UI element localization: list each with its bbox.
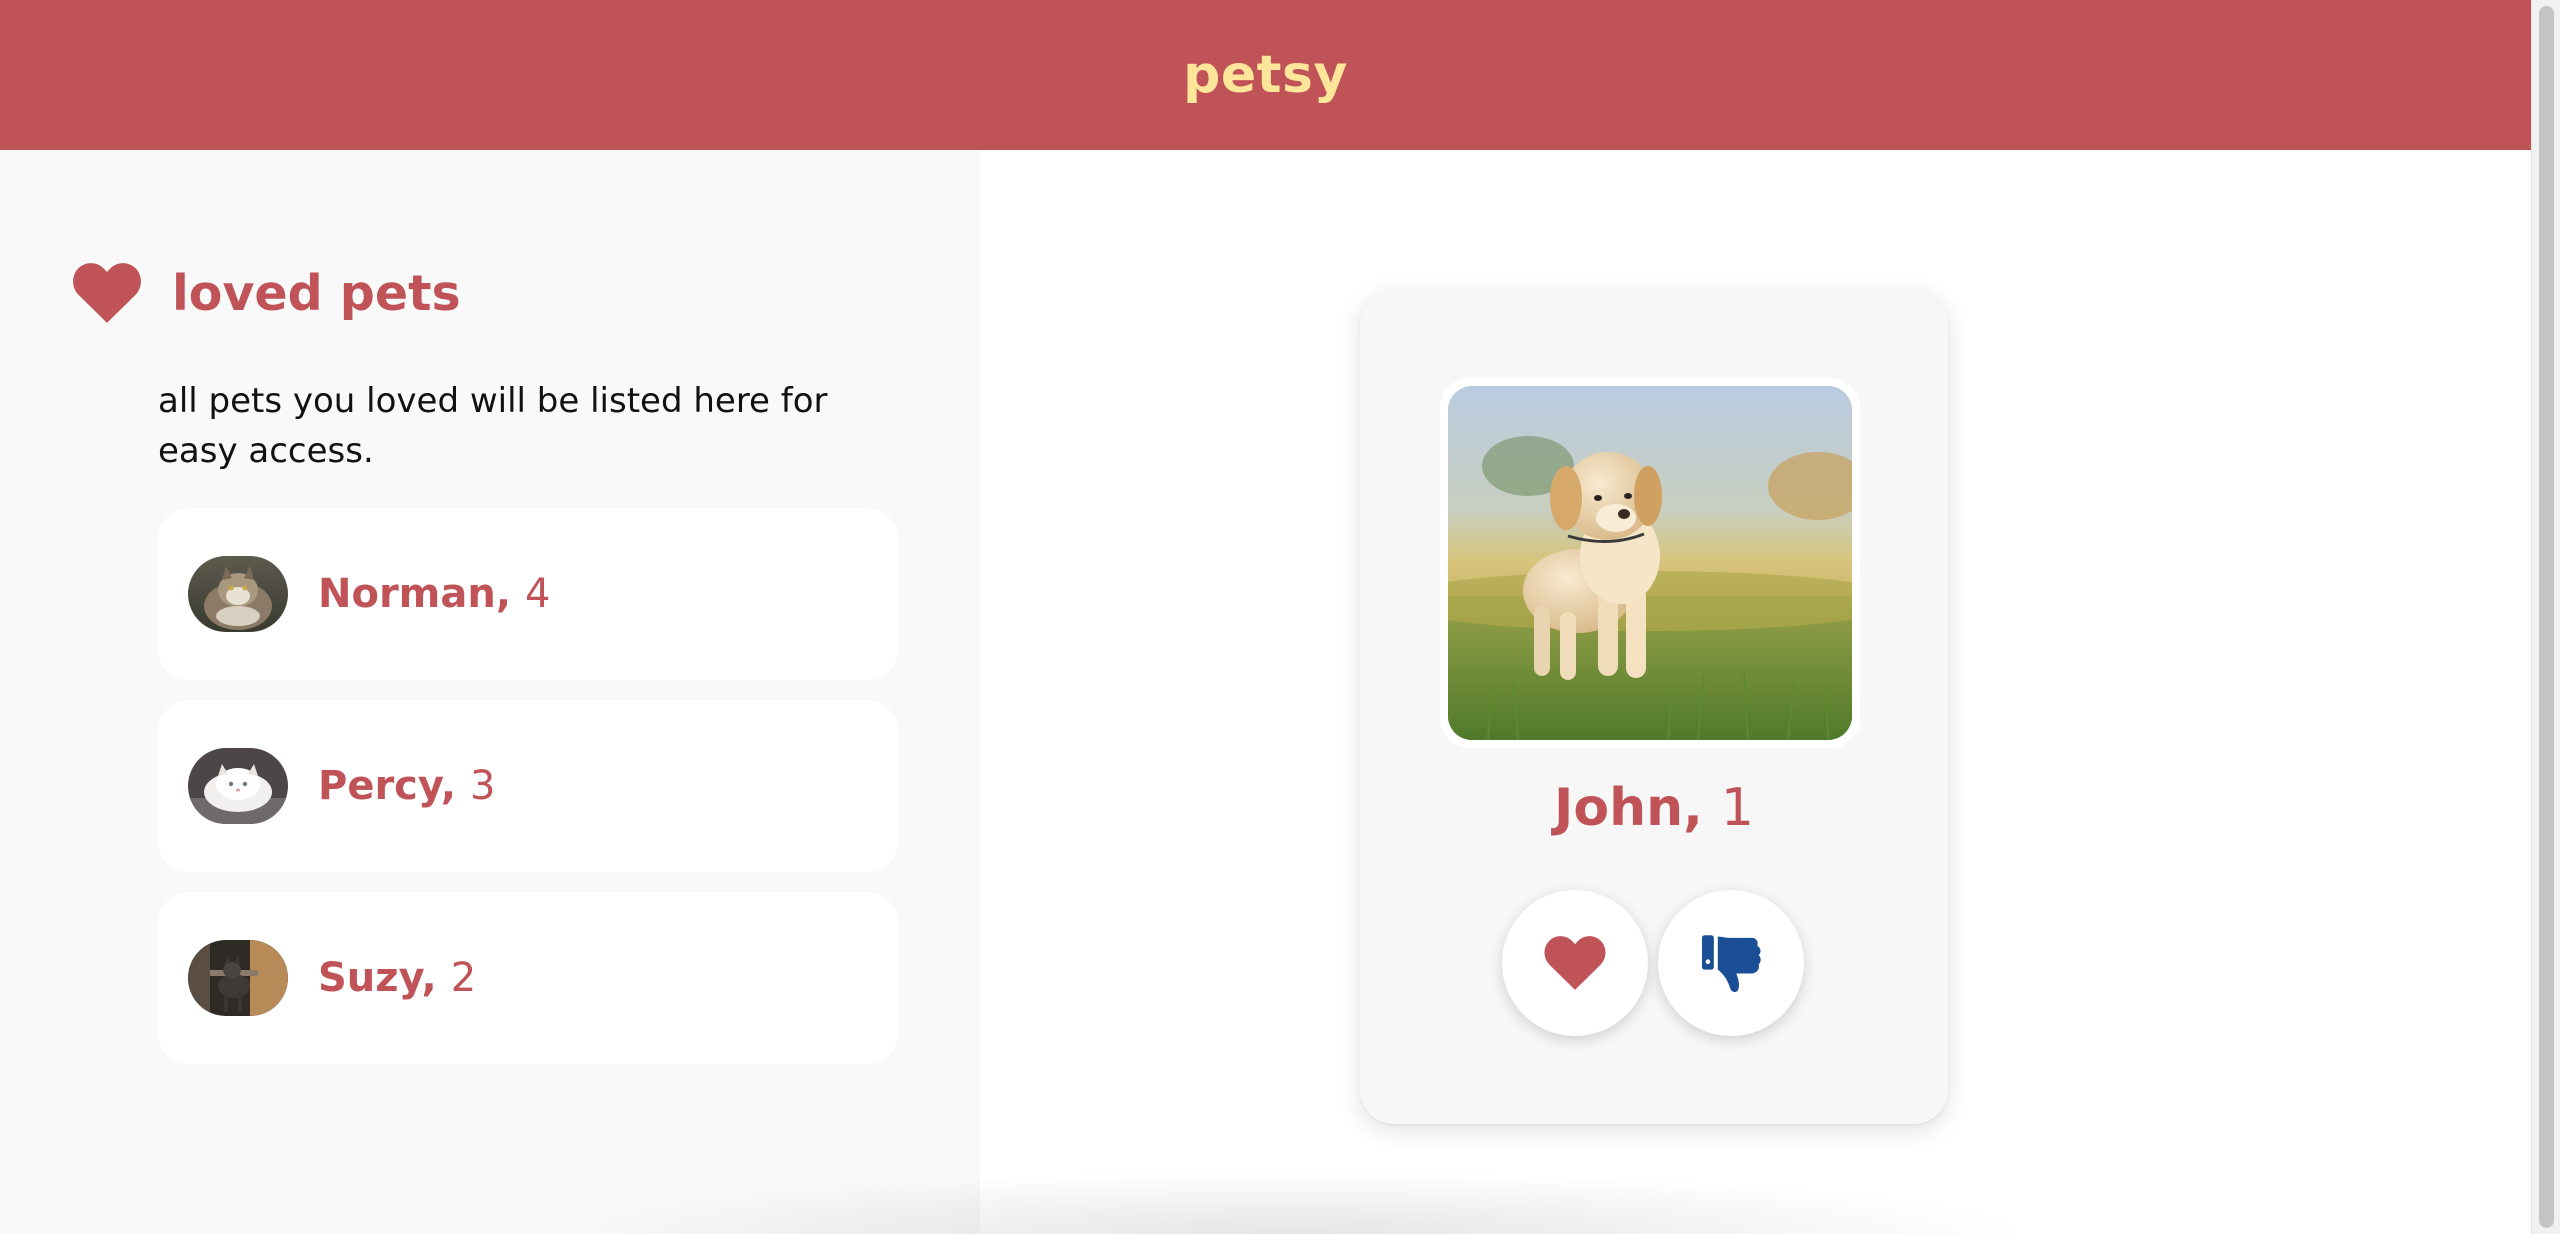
pet-age: 2 [451, 955, 476, 1001]
cat-photo [188, 748, 288, 824]
pet-name: Suzy, [318, 955, 437, 1001]
pet-card-title: John, 1 [1360, 778, 1948, 838]
pet-age: 4 [525, 571, 550, 617]
pet-avatar [188, 748, 288, 824]
brand-logo[interactable]: petsy [1183, 45, 1348, 105]
loved-pets-sidebar: loved pets all pets you loved will be li… [0, 150, 980, 1234]
pet-label: Percy, 3 [318, 763, 496, 809]
loved-pet-item[interactable]: Percy, 3 [158, 700, 898, 872]
dislike-button[interactable] [1658, 890, 1804, 1036]
loved-pet-item[interactable]: Norman, 4 [158, 508, 898, 680]
loved-pets-list: Norman, 4 [158, 508, 898, 1084]
pet-photo [1448, 386, 1852, 740]
pet-photo-frame [1440, 378, 1860, 748]
pet-name: John, [1554, 778, 1703, 838]
sidebar-title: loved pets [172, 265, 461, 322]
pet-age: 1 [1721, 778, 1754, 838]
pet-card: John, 1 [1360, 290, 1948, 1124]
sidebar-description: all pets you loved will be listed here f… [158, 376, 898, 476]
pet-name: Norman, [318, 571, 511, 617]
cat-photo [188, 940, 288, 1016]
pet-name: Percy, [318, 763, 456, 809]
heart-icon [72, 262, 142, 324]
app-header: petsy [0, 0, 2531, 150]
thumbs-down-icon [1698, 930, 1764, 996]
pet-label: Norman, 4 [318, 571, 550, 617]
pet-avatar [188, 556, 288, 632]
page: petsy loved pets all pets you loved will… [0, 0, 2560, 1234]
heart-icon [1544, 935, 1606, 991]
scrollbar-thumb[interactable] [2539, 6, 2554, 1228]
pet-avatar [188, 940, 288, 1016]
scrollbar[interactable] [2531, 0, 2560, 1234]
cat-photo [188, 556, 288, 632]
pet-label: Suzy, 2 [318, 955, 476, 1001]
puppy-photo [1448, 386, 1852, 740]
loved-pet-item[interactable]: Suzy, 2 [158, 892, 898, 1064]
sidebar-heading: loved pets [72, 262, 461, 324]
pet-age: 3 [470, 763, 495, 809]
bottom-shadow [540, 1170, 2040, 1234]
like-button[interactable] [1502, 890, 1648, 1036]
